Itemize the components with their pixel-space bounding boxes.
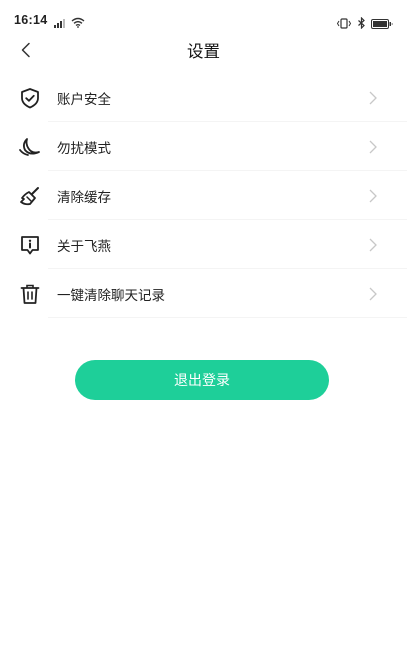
moon-icon	[17, 134, 43, 160]
chevron-right-icon	[368, 238, 378, 252]
wifi-icon	[71, 13, 85, 32]
status-left-icons	[54, 13, 85, 32]
menu-item-label: 一键清除聊天记录	[57, 287, 165, 304]
settings-menu: 账户安全 勿扰模式 清除缓存 关于飞燕 一键清除聊天记录	[0, 73, 407, 318]
page-title: 设置	[187, 42, 220, 61]
back-arrow-icon	[20, 42, 32, 62]
info-icon	[17, 232, 43, 258]
menu-item-label: 账户安全	[57, 91, 111, 108]
chevron-right-icon	[368, 140, 378, 154]
menu-item-do-not-disturb[interactable]: 勿扰模式	[0, 122, 407, 171]
trash-icon	[17, 281, 43, 307]
bluetooth-icon	[357, 14, 366, 33]
menu-item-clear-cache[interactable]: 清除缓存	[0, 171, 407, 220]
battery-icon	[371, 14, 393, 33]
menu-item-clear-chat-history[interactable]: 一键清除聊天记录	[0, 269, 407, 318]
nav-bar: 设置	[0, 32, 407, 72]
status-time: 16:14	[14, 13, 48, 27]
menu-item-about[interactable]: 关于飞燕	[0, 220, 407, 269]
divider	[48, 317, 407, 318]
logout-button[interactable]: 退出登录	[75, 360, 329, 400]
vibrate-icon	[336, 14, 352, 33]
menu-item-label: 清除缓存	[57, 189, 111, 206]
chevron-right-icon	[368, 287, 378, 301]
signal-icon	[54, 13, 68, 32]
menu-item-label: 勿扰模式	[57, 140, 111, 157]
status-right-icons	[336, 14, 393, 33]
menu-item-account-security[interactable]: 账户安全	[0, 73, 407, 122]
chevron-right-icon	[368, 189, 378, 203]
chevron-right-icon	[368, 91, 378, 105]
menu-item-label: 关于飞燕	[57, 238, 111, 255]
broom-icon	[17, 183, 43, 209]
shield-icon	[17, 85, 43, 111]
back-button[interactable]	[12, 38, 40, 66]
